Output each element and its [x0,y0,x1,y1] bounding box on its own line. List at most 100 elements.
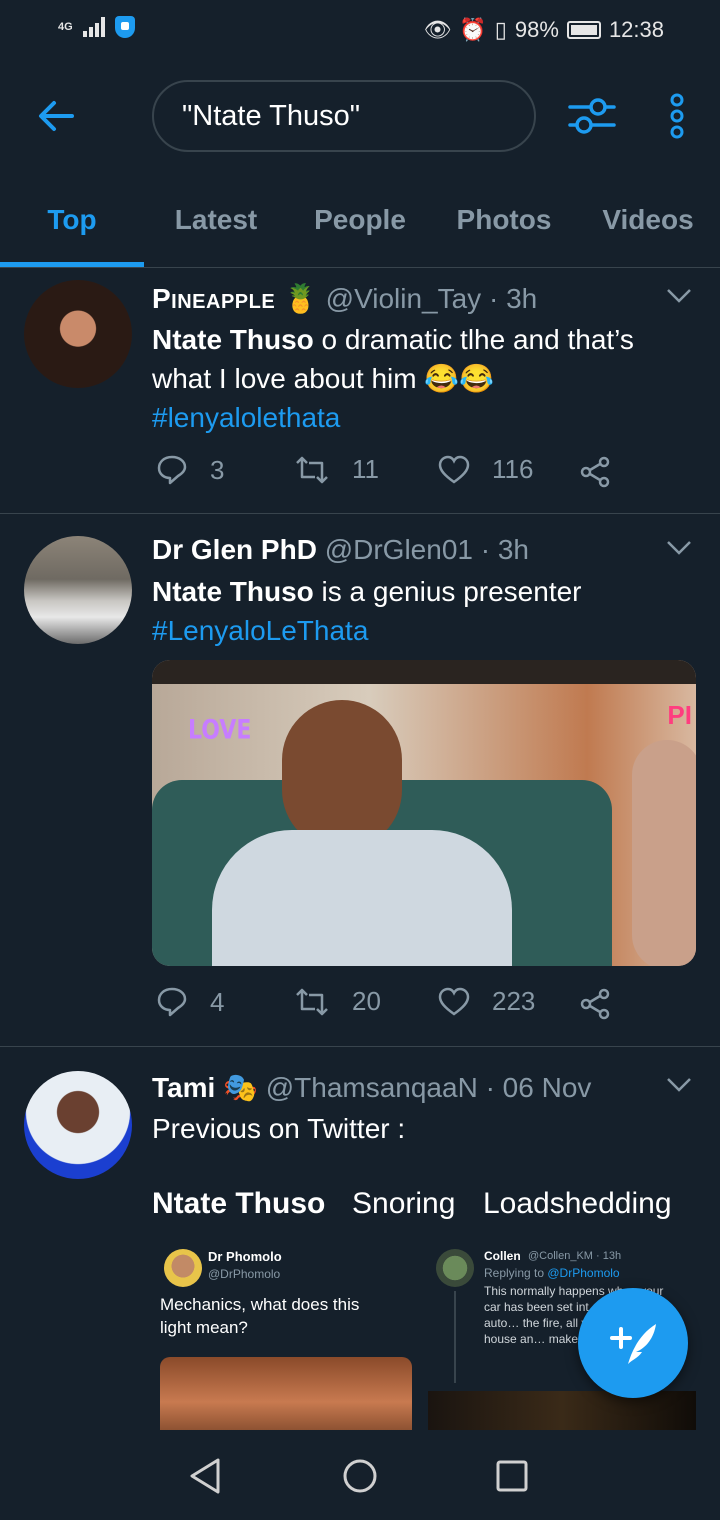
embed-text: Mechanics, what does this light mean? [160,1295,360,1337]
like-count: 116 [492,454,534,484]
tweet-text: Ntate Thuso is a genius presenter #Lenya… [152,572,692,650]
tweet-header: Dr Glen PhD @DrGlen01 · 3h [152,534,529,566]
nav-recents-icon[interactable] [492,1456,532,1496]
retweet-count: 20 [352,986,381,1016]
tab-videos[interactable]: Videos [576,172,720,268]
signal-icon [82,17,105,37]
like-button[interactable]: 223 [438,986,535,1017]
retweet-count: 11 [352,454,379,484]
back-arrow-icon[interactable] [34,94,78,138]
heart-icon [438,987,470,1016]
active-tab-indicator [0,262,144,267]
embed-author: Dr Phomolo [208,1249,282,1264]
nav-home-icon[interactable] [340,1456,380,1496]
chevron-down-icon[interactable] [666,540,692,556]
avatar[interactable] [24,1071,132,1179]
reply-icon [157,455,187,485]
hashtag-link[interactable]: #LenyaloLeThata [152,615,368,646]
tweet[interactable]: Dr Glen PhD @DrGlen01 · 3h Ntate Thuso i… [0,514,720,1047]
retweet-button[interactable]: 20 [294,986,381,1017]
author-name[interactable]: Tami [152,1072,215,1103]
battery-icon [566,21,601,39]
tweet-feed[interactable]: Pineapple 🍍 @Violin_Tay · 3h Ntate Thuso… [0,268,720,1430]
hashtag-link[interactable]: #lenyalolethata [152,402,340,433]
embed-author: Collen [484,1249,521,1263]
network-type: 4G [58,20,73,33]
clock: 12:38 [608,17,664,42]
reply-button[interactable]: 3 [156,454,224,486]
author-name[interactable]: Pineapple [152,283,275,314]
highlighted-term: Ntate Thuso [152,324,314,355]
tweet-actions: 4 20 223 [152,986,632,1026]
vibrate-icon: ▯ [494,17,507,42]
tab-latest[interactable]: Latest [144,172,288,268]
media-text-left: LOVE [188,715,252,746]
author-name[interactable]: Dr Glen PhD [152,534,317,565]
filter-icon[interactable] [566,92,618,140]
author-handle[interactable]: @ThamsanqaaN [266,1072,478,1103]
eye-icon: 👁 [423,17,452,42]
tweet-text: Ntate Thuso o dramatic tlhe and that’s w… [152,320,692,437]
tweet-header: Tami 🎭 @ThamsanqaaN · 06 Nov [152,1071,591,1104]
reply-to-prefix: Replying to [484,1266,548,1280]
embed-image [160,1357,412,1430]
tweet-body: is a genius presenter [313,576,582,607]
reply-count: 4 [210,986,225,1017]
media-shirt [212,830,512,966]
tweet-header: Pineapple 🍍 @Violin_Tay · 3h [152,282,537,315]
author-handle[interactable]: @Violin_Tay [326,283,482,314]
name-emoji: 🍍 [282,283,318,314]
media-person-right [632,740,696,966]
media-head [282,700,402,850]
search-query: "Ntate Thuso" [182,99,361,132]
tab-top[interactable]: Top [0,172,144,268]
name-emoji: 🎭 [223,1072,258,1103]
share-icon[interactable] [580,988,612,1020]
tweet-actions: 3 11 116 [152,454,632,494]
tweet-video-thumbnail[interactable]: LOVE PI [152,660,696,966]
meme-label-1: Ntate Thuso [152,1187,326,1220]
status-left: 4G [58,16,135,38]
status-right: 👁 ⏰ ▯ 98% 12:38 [423,17,664,43]
chevron-down-icon[interactable] [666,1077,692,1093]
embed-image [428,1391,696,1430]
chevron-down-icon[interactable] [666,288,692,304]
status-bar: 4G 👁 ⏰ ▯ 98% 12:38 [0,0,720,62]
avatar[interactable] [24,280,132,388]
tweet[interactable]: Pineapple 🍍 @Violin_Tay · 3h Ntate Thuso… [0,268,720,514]
embed-handle: @Collen_KM · 13h [528,1250,622,1262]
embedded-screenshot-1[interactable]: Dr Phomolo @DrPhomolo Mechanics, what do… [160,1243,414,1430]
retweet-button[interactable]: 11 [294,454,379,485]
search-header: "Ntate Thuso" [0,62,720,172]
avatar[interactable] [24,536,132,644]
reply-button[interactable]: 4 [156,986,224,1018]
search-tabs: Top Latest People Photos Videos [0,172,720,268]
alarm-icon: ⏰ [459,17,487,42]
tab-photos[interactable]: Photos [432,172,576,268]
battery-percent: 98% [514,17,559,42]
like-count: 223 [492,986,536,1016]
media-top-band [152,660,696,684]
tweet-time: · 3h [480,534,529,565]
compose-icon [610,1324,656,1364]
author-handle[interactable]: @DrGlen01 [325,534,473,565]
embed-handle: @DrPhomolo [208,1267,281,1281]
media-text-right: PI [667,700,692,730]
share-icon[interactable] [580,456,612,488]
like-button[interactable]: 116 [438,454,533,485]
search-input[interactable]: "Ntate Thuso" [152,80,536,152]
tweet-text: Previous on Twitter : [152,1113,406,1144]
embed-avatar [436,1249,474,1287]
tweet-emoji: 😂😂 [424,363,495,394]
system-nav-bar [0,1430,720,1520]
meme-label-2: Snoring [352,1187,456,1220]
tweet-time: · 06 Nov [485,1072,592,1103]
reply-icon [157,987,187,1017]
reply-count: 3 [210,454,225,485]
nav-back-icon[interactable] [186,1456,226,1496]
more-options-icon[interactable] [662,92,692,140]
tweet-time: · 3h [488,283,538,314]
tab-people[interactable]: People [288,172,432,268]
compose-tweet-button[interactable] [578,1288,688,1398]
retweet-icon [296,456,328,483]
